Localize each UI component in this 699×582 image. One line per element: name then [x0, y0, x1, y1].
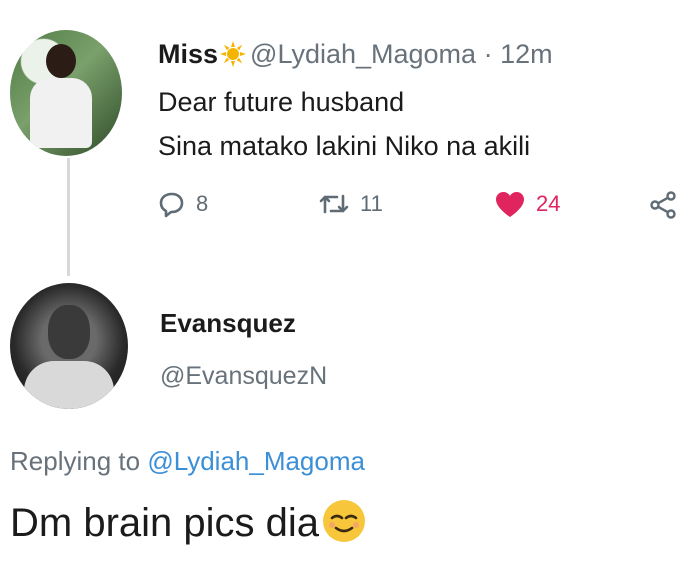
tweet-text: Dear future husband Sina matako lakini N… [158, 80, 530, 168]
sun-emoji-icon [220, 41, 247, 74]
relieved-face-emoji-icon [321, 498, 367, 555]
reply-text: Dm brain pics dia [10, 501, 320, 545]
timestamp[interactable]: 12m [500, 39, 553, 69]
replying-handle-link[interactable]: @Lydiah_Magoma [147, 446, 365, 476]
tweet-line: Sina matako lakini Niko na akili [158, 131, 531, 161]
reply-display-name[interactable]: Evansquez [160, 308, 296, 339]
tweet-header: Miss @Lydiah_Magoma · 12m [158, 38, 553, 74]
retweet-count: 11 [360, 191, 383, 216]
thread-connector-line [67, 158, 70, 276]
avatar-lydiah[interactable] [10, 30, 122, 156]
heart-icon [494, 190, 526, 218]
reply-icon [158, 190, 186, 218]
replying-to: Replying to @Lydiah_Magoma [10, 446, 365, 477]
share-icon [648, 190, 678, 220]
replying-prefix: Replying to [10, 446, 141, 476]
separator: · [483, 39, 493, 69]
reply-count: 8 [196, 191, 209, 216]
reply-handle[interactable]: @EvansquezN [160, 362, 327, 391]
like-button[interactable]: 24 [494, 190, 560, 218]
like-count: 24 [536, 191, 561, 216]
tweet-line: Dear future husband [158, 87, 405, 117]
retweet-icon [318, 190, 350, 218]
reply-button[interactable]: 8 [158, 190, 208, 218]
tweet-actions: 8 11 24 [158, 190, 693, 230]
avatar-evansquez[interactable] [10, 283, 128, 409]
retweet-button[interactable]: 11 [318, 190, 383, 218]
reply-tweet-text: Dm brain pics dia [10, 498, 367, 555]
share-button[interactable] [648, 190, 678, 220]
display-name[interactable]: Miss [158, 39, 218, 69]
handle[interactable]: @Lydiah_Magoma [250, 39, 476, 69]
